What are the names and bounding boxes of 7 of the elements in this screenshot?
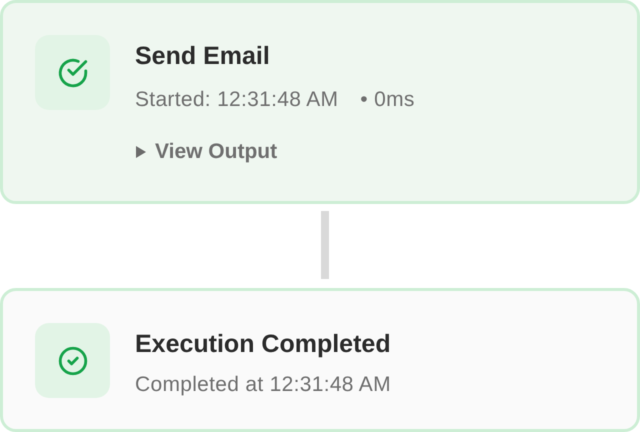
triangle-icon	[135, 145, 147, 159]
step-title: Execution Completed	[135, 330, 391, 359]
completion-time: Completed at 12:31:48 AM	[135, 373, 391, 397]
step-title: Send Email	[135, 42, 271, 71]
duration: • 0ms	[360, 88, 415, 112]
start-time: Started: 12:31:48 AM	[135, 88, 338, 112]
view-output-toggle[interactable]: View Output	[135, 140, 278, 164]
